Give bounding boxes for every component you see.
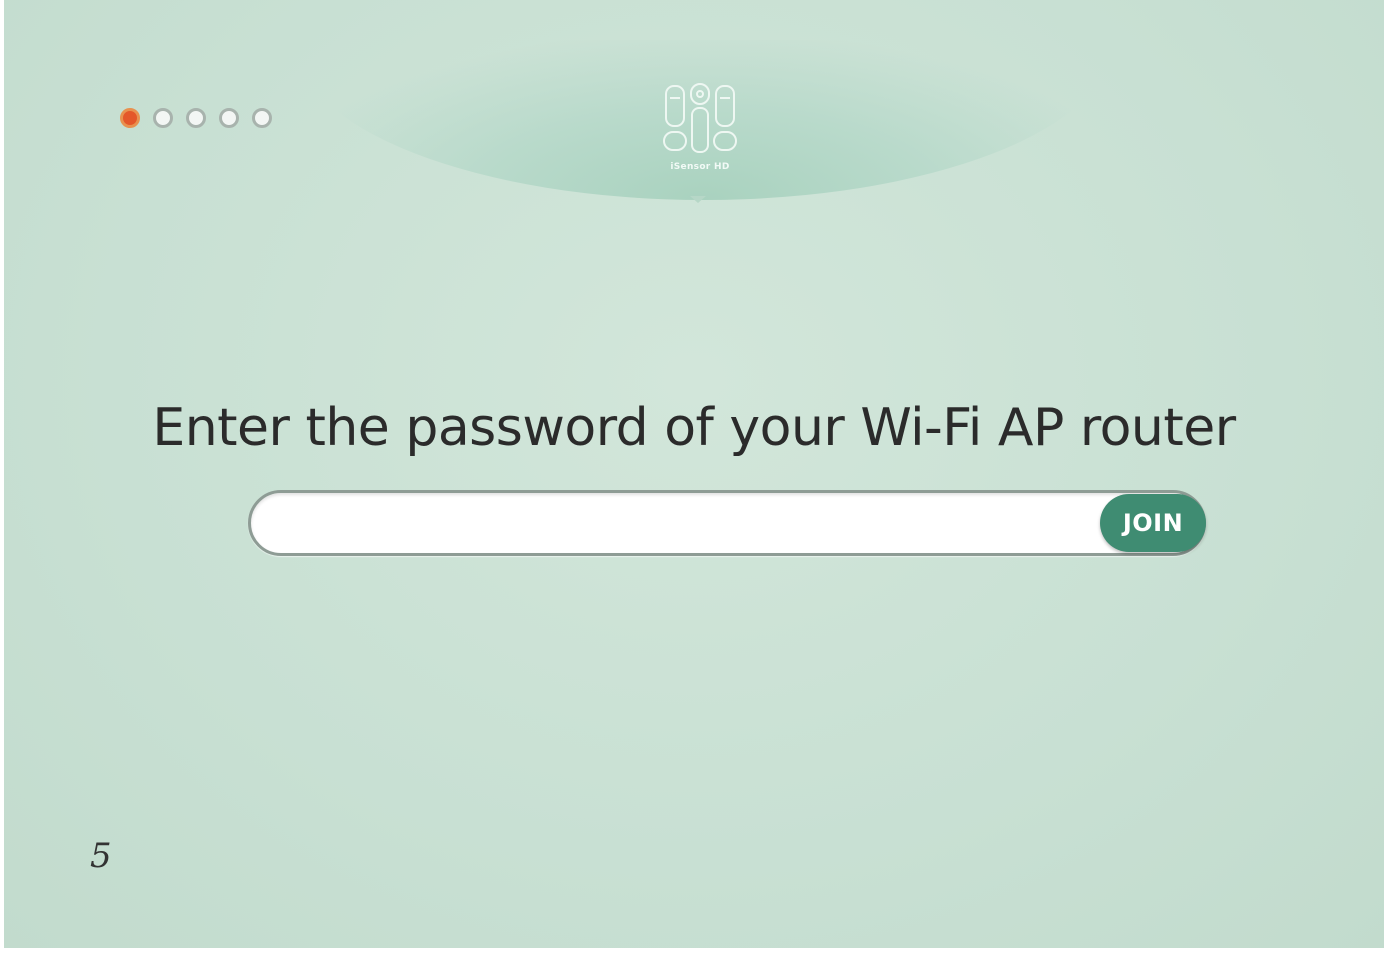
join-button[interactable]: JOIN xyxy=(1100,494,1206,552)
logo-caption: iSensor HD xyxy=(670,162,730,172)
header-notch xyxy=(690,196,706,203)
step-dot-2 xyxy=(153,108,173,128)
devices-icon xyxy=(663,83,737,153)
step-dot-3 xyxy=(186,108,206,128)
product-logo: iSensor HD xyxy=(660,82,740,178)
step-dot-1-active xyxy=(120,108,140,128)
setup-screen: iSensor HD Enter the password of your Wi… xyxy=(4,0,1384,948)
page-number: 5 xyxy=(90,836,112,876)
step-indicator xyxy=(120,108,272,128)
password-input[interactable] xyxy=(275,503,1099,545)
password-field-container: JOIN xyxy=(248,490,1206,556)
step-dot-4 xyxy=(219,108,239,128)
page-title: Enter the password of your Wi-Fi AP rout… xyxy=(152,398,1236,458)
step-dot-5 xyxy=(252,108,272,128)
